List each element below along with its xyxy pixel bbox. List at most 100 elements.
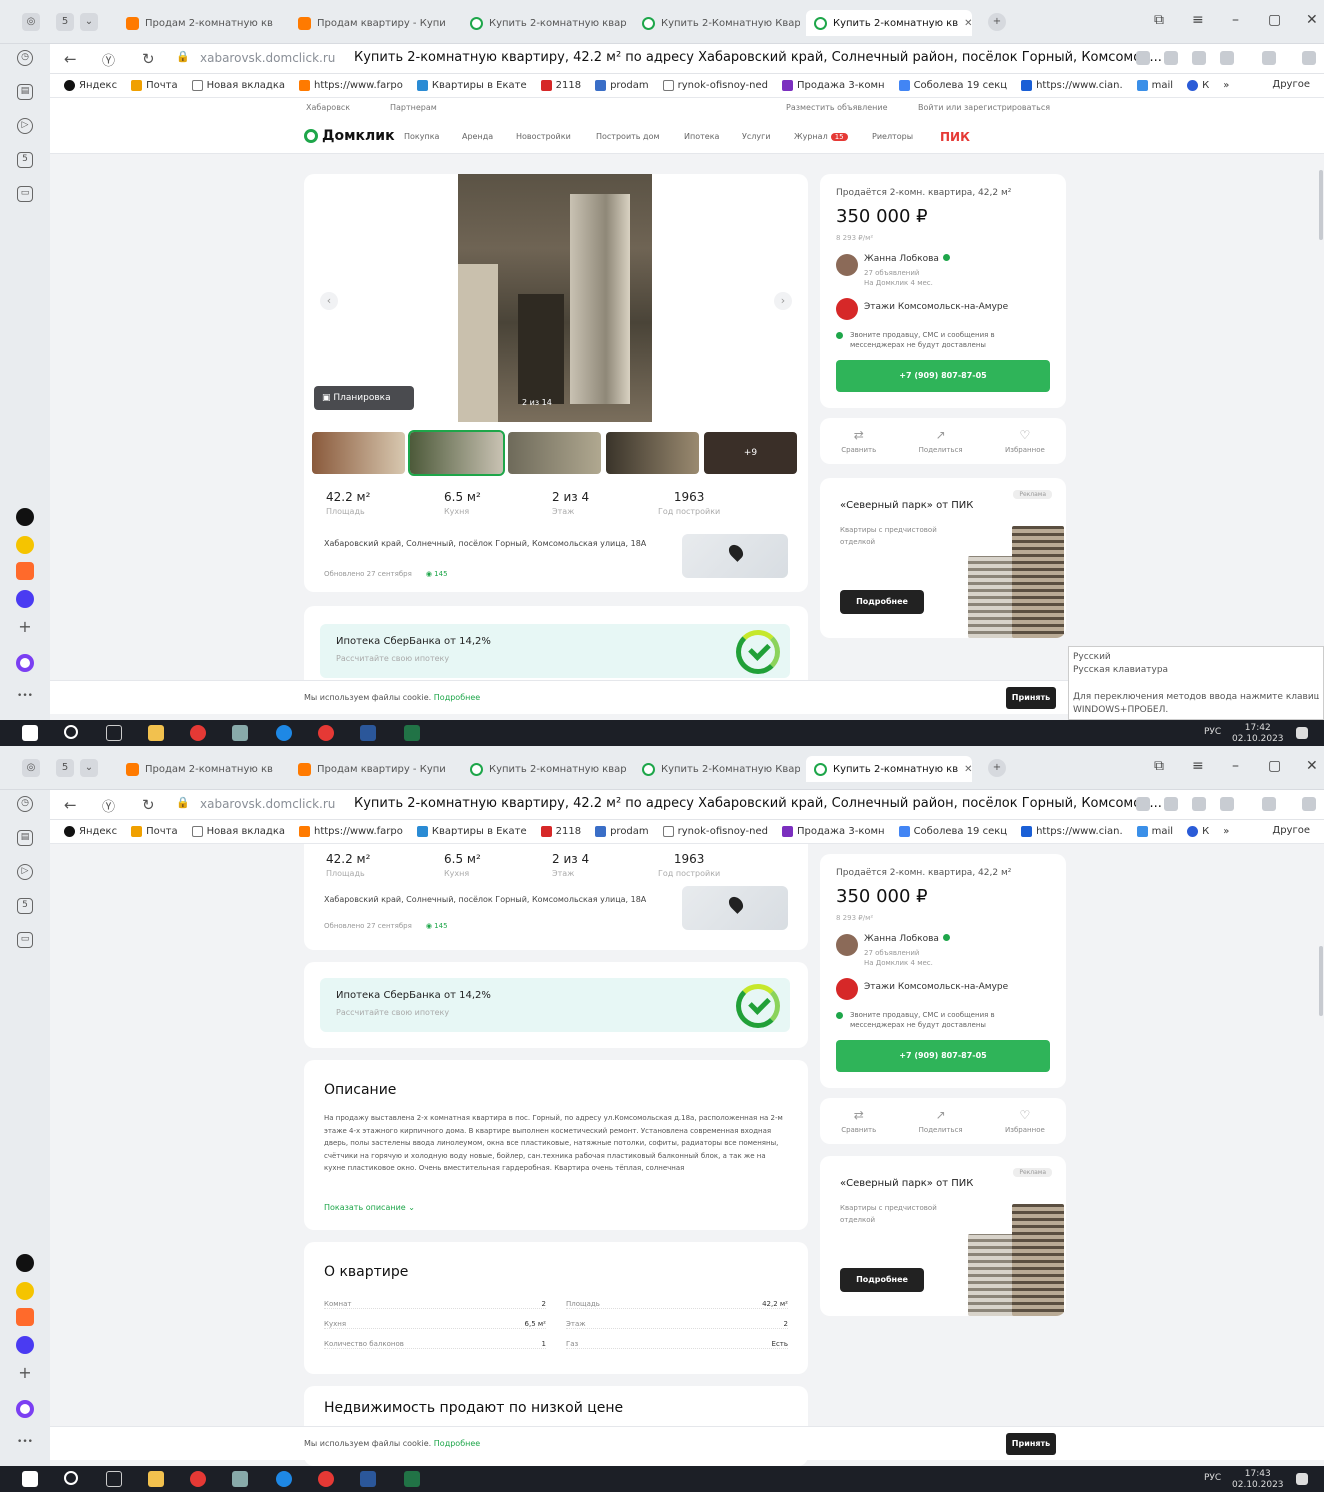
bookmark-item[interactable]: https://www.cian. xyxy=(1021,80,1123,91)
notifications-icon[interactable] xyxy=(1296,727,1308,739)
scrollbar[interactable] xyxy=(1319,946,1323,1016)
bookmark-item[interactable]: Яндекс xyxy=(64,826,117,837)
ad-tag[interactable]: Реклама xyxy=(1013,1168,1052,1177)
tab-2[interactable]: Продам квартиру - Купи xyxy=(290,10,456,36)
app-icon[interactable] xyxy=(16,508,34,526)
mini-map[interactable] xyxy=(682,886,788,930)
collections-icon[interactable]: ⧉ xyxy=(1154,12,1164,28)
url-title[interactable]: Купить 2-комнатную квартиру, 42.2 м² по … xyxy=(354,50,1162,65)
notifications-icon[interactable] xyxy=(1296,1473,1308,1485)
tabs-counter-icon[interactable]: 5 xyxy=(56,13,74,31)
nav-realtors[interactable]: Риелторы xyxy=(872,132,913,141)
app-icon[interactable] xyxy=(16,562,34,580)
city-selector[interactable]: Хабаровск xyxy=(306,103,350,112)
extension-icon[interactable] xyxy=(1192,797,1206,811)
nav-rent[interactable]: Аренда xyxy=(462,132,493,141)
nav-mortgage[interactable]: Ипотека xyxy=(684,132,719,141)
bookmark-item[interactable]: Почта xyxy=(131,80,178,91)
close-tab-icon[interactable]: ✕ xyxy=(964,764,972,775)
search-icon[interactable] xyxy=(64,725,78,739)
nav-new[interactable]: Новостройки xyxy=(516,132,571,141)
bookmark-item[interactable]: К xyxy=(1187,826,1209,837)
bookmark-item[interactable]: prodam xyxy=(595,826,649,837)
bookmark-item[interactable]: Соболева 19 секц xyxy=(898,826,1007,837)
yandex-icon[interactable] xyxy=(318,725,334,741)
ad-card[interactable]: Реклама «Северный парк» от ПИК Квартиры … xyxy=(820,478,1066,638)
next-photo-icon[interactable]: › xyxy=(774,292,792,310)
add-icon[interactable]: + xyxy=(17,1365,33,1382)
collections-icon[interactable]: ⧉ xyxy=(1154,758,1164,774)
tab-4[interactable]: Купить 2-Комнатную Квар xyxy=(634,756,800,782)
bookmark-item[interactable]: prodam xyxy=(595,80,649,91)
seller-avatar[interactable] xyxy=(836,254,858,276)
history-icon[interactable]: ◷ xyxy=(17,796,33,812)
excel-icon[interactable] xyxy=(404,1471,420,1487)
tab-1[interactable]: Продам 2-комнатную кв xyxy=(118,10,284,36)
favorite-button[interactable]: ♡ Избранное xyxy=(1005,1108,1045,1134)
reload-icon[interactable]: ↻ xyxy=(142,50,155,68)
bookmarks-overflow[interactable]: » xyxy=(1223,826,1229,837)
url-title[interactable]: Купить 2-комнатную квартиру, 42.2 м² по … xyxy=(354,796,1162,811)
reader-icon[interactable] xyxy=(1164,797,1178,811)
new-tab-icon[interactable]: + xyxy=(988,759,1006,777)
more-icon[interactable]: ••• xyxy=(17,1436,33,1452)
profile-icon[interactable]: ◎ xyxy=(22,13,40,31)
screenshot-icon[interactable]: ▭ xyxy=(17,186,33,202)
phone-button[interactable]: +7 (909) 807-87-05 xyxy=(836,360,1050,392)
seller-name[interactable]: Жанна Лобкова xyxy=(864,934,950,944)
bookmark-item[interactable]: Почта xyxy=(131,826,178,837)
bookmark-item[interactable]: 2118 xyxy=(540,826,581,837)
partners-link[interactable]: Партнерам xyxy=(390,103,437,112)
compare-button[interactable]: ⇄ Сравнить xyxy=(841,428,876,454)
mortgage-card[interactable]: Ипотека СберБанка от 14,2% Рассчитайте с… xyxy=(304,962,808,1048)
login-link[interactable]: Войти или зарегистрироваться xyxy=(918,103,1050,112)
bookmark-item[interactable]: https://www.cian. xyxy=(1021,826,1123,837)
back-icon[interactable]: ← xyxy=(64,796,77,814)
tabs-icon[interactable]: 5 xyxy=(17,898,33,914)
show-description-link[interactable]: Показать описание ⌄ xyxy=(324,1203,415,1212)
downloads-icon[interactable] xyxy=(1262,51,1276,65)
ad-more-button[interactable]: Подробнее xyxy=(840,1268,924,1292)
translate-icon[interactable] xyxy=(1136,797,1150,811)
history-icon[interactable]: ◷ xyxy=(17,50,33,66)
compare-button[interactable]: ⇄ Сравнить xyxy=(841,1108,876,1134)
menu-icon[interactable]: ≡ xyxy=(1192,12,1204,28)
app-icon[interactable] xyxy=(16,1336,34,1354)
bookmark-item[interactable]: 2118 xyxy=(540,80,581,91)
app-icon[interactable] xyxy=(16,590,34,608)
explorer-icon[interactable] xyxy=(148,725,164,741)
screenshot-icon[interactable]: ▭ xyxy=(17,932,33,948)
yandex-browser-icon[interactable] xyxy=(190,1471,206,1487)
reader-icon[interactable] xyxy=(1164,51,1178,65)
close-window-icon[interactable]: ✕ xyxy=(1306,758,1318,774)
bookmark-icon[interactable] xyxy=(1220,797,1234,811)
start-icon[interactable] xyxy=(22,1471,38,1487)
clock[interactable]: 17:42 02.10.2023 xyxy=(1232,723,1284,745)
translate-icon[interactable] xyxy=(1136,51,1150,65)
share-button[interactable]: ↗ Поделиться xyxy=(919,1108,963,1134)
account-icon[interactable] xyxy=(1302,797,1316,811)
lock-icon[interactable]: 🔒 xyxy=(176,50,190,63)
close-window-icon[interactable]: ✕ xyxy=(1306,12,1318,28)
url-domain[interactable]: xabarovsk.domclick.ru xyxy=(200,51,335,65)
cookie-more-link[interactable]: Подробнее xyxy=(434,693,480,702)
thumbnail[interactable] xyxy=(408,430,505,476)
add-icon[interactable]: + xyxy=(17,619,33,636)
edge-icon[interactable] xyxy=(276,725,292,741)
cookie-accept-button[interactable]: Принять xyxy=(1006,1433,1056,1455)
yandex-icon[interactable] xyxy=(318,1471,334,1487)
bookmark-item[interactable]: https://www.farpo xyxy=(298,826,403,837)
alice-icon[interactable] xyxy=(16,1400,34,1418)
language-indicator[interactable]: РУС xyxy=(1204,727,1221,737)
app-icon[interactable] xyxy=(232,725,248,741)
notes-icon[interactable]: ▤ xyxy=(17,84,33,100)
lock-icon[interactable]: 🔒 xyxy=(176,796,190,809)
ad-more-button[interactable]: Подробнее xyxy=(840,590,924,614)
nav-build[interactable]: Построить дом xyxy=(596,132,660,141)
bookmark-item[interactable]: mail xyxy=(1136,80,1173,91)
tab-4[interactable]: Купить 2-Комнатную Квар xyxy=(634,10,800,36)
yandex-icon[interactable]: Ⓨ xyxy=(102,50,115,69)
bookmarks-overflow[interactable]: » xyxy=(1223,80,1229,91)
bookmark-item[interactable]: Яндекс xyxy=(64,80,117,91)
app-icon[interactable] xyxy=(16,1308,34,1326)
